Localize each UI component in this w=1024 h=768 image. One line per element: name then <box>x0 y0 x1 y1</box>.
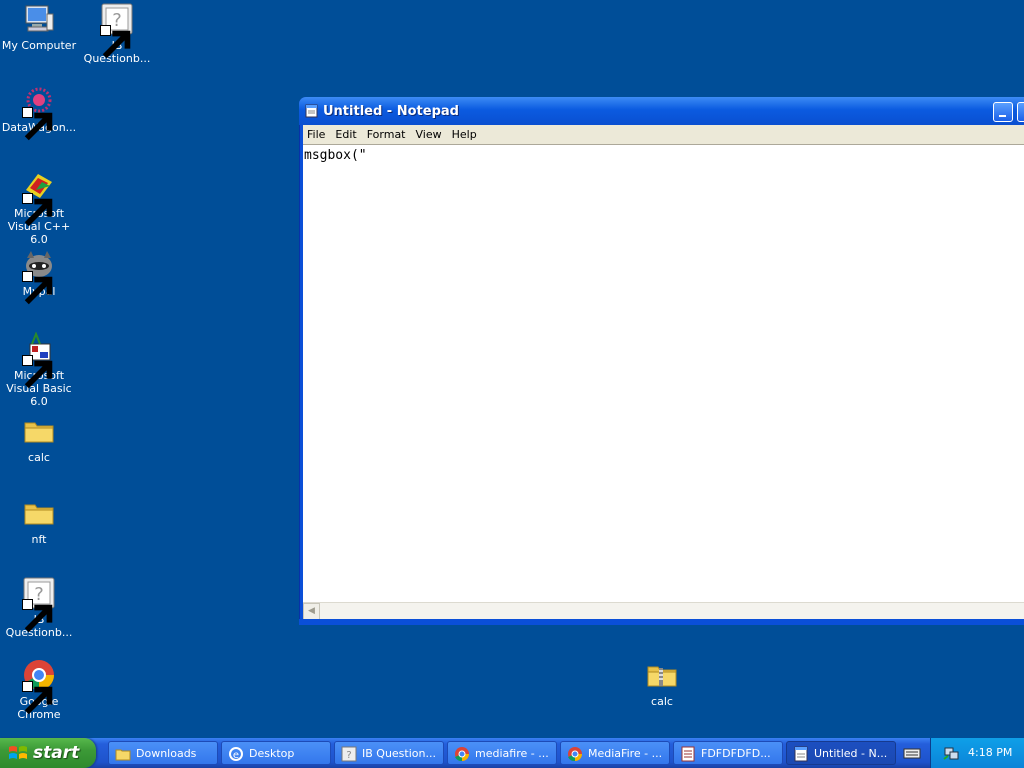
task-downloads[interactable]: Downloads <box>108 741 218 765</box>
horizontal-scrollbar[interactable]: ◀ <box>303 602 1024 620</box>
visual-cpp-icon <box>22 170 56 227</box>
desktop-icon-calc-folder[interactable]: calc <box>0 414 78 464</box>
task-desktop[interactable]: e Desktop <box>221 741 331 765</box>
shortcut-arrow-icon <box>22 107 53 141</box>
system-tray: 4:18 PM <box>930 738 1024 768</box>
mypal-raccoon-icon <box>22 248 56 305</box>
task-label: Untitled - N... <box>814 747 888 760</box>
unknown-file-icon: ? <box>341 746 357 762</box>
desktop-icon-ib-questionbank-2[interactable]: ? IB Questionb... <box>0 576 78 639</box>
task-label: Desktop <box>249 747 295 760</box>
datawagon-icon <box>22 84 56 141</box>
desktop-icon-visual-cpp[interactable]: Microsoft Visual C++ 6.0 <box>0 170 78 246</box>
minimize-icon <box>999 115 1006 117</box>
task-fdfdfdfd[interactable]: FDFDFDFD... <box>673 741 783 765</box>
my-computer-icon <box>22 2 56 36</box>
task-label: mediafire - ... <box>475 747 549 760</box>
notepad-icon <box>794 746 808 762</box>
task-label: Downloads <box>136 747 197 760</box>
chrome-icon <box>22 658 56 715</box>
task-label: FDFDFDFD... <box>701 747 771 760</box>
menu-help[interactable]: Help <box>448 125 483 141</box>
desktop-icon-visual-basic[interactable]: Microsoft Visual Basic 6.0 <box>0 332 78 408</box>
svg-text:?: ? <box>346 750 351 761</box>
task-mediafire-1[interactable]: mediafire - ... <box>447 741 557 765</box>
shortcut-arrow-icon <box>100 25 131 59</box>
minimize-button[interactable] <box>993 102 1013 122</box>
start-button[interactable]: start <box>0 738 96 768</box>
menu-edit[interactable]: Edit <box>331 125 362 141</box>
window-bottom-border <box>299 619 1024 625</box>
svg-text:e: e <box>233 750 239 761</box>
zip-folder-icon <box>645 658 679 692</box>
taskbar: start Downloads e Desktop ? IB Question.… <box>0 738 1024 768</box>
task-label: MediaFire - ... <box>588 747 663 760</box>
shortcut-arrow-icon <box>22 681 53 715</box>
notepad-window[interactable]: Untitled - Notepad File Edit Format View Hel… <box>299 97 1024 625</box>
start-label: start <box>33 743 80 763</box>
chrome-icon <box>455 747 469 762</box>
folder-icon <box>22 414 56 448</box>
ie-icon: e <box>229 747 243 761</box>
shortcut-arrow-icon <box>22 271 53 305</box>
menu-view[interactable]: View <box>412 125 448 141</box>
desktop-icon-calc-zip[interactable]: calc <box>623 658 701 708</box>
shortcut-arrow-icon <box>22 193 53 227</box>
folder-icon <box>22 496 56 530</box>
menu-bar: File Edit Format View Help <box>303 125 1024 144</box>
desktop-icon-label: nft <box>31 533 47 546</box>
network-icon[interactable] <box>943 745 959 761</box>
desktop-icon-mypal[interactable]: Mypal <box>0 248 78 305</box>
menu-file[interactable]: File <box>303 125 331 141</box>
desktop-icon-label: My Computer <box>1 39 77 52</box>
desktop-icon-google-chrome[interactable]: Google Chrome <box>0 658 78 721</box>
window-title: Untitled - Notepad <box>323 104 459 119</box>
keyboard-icon[interactable] <box>903 745 921 761</box>
text-editor[interactable]: msgbox(" <box>303 144 1024 602</box>
visual-basic-icon <box>22 332 56 389</box>
windows-flag-icon <box>9 746 27 759</box>
folder-icon <box>115 749 131 761</box>
task-ib-question[interactable]: ? IB Question... <box>334 741 444 765</box>
task-label: IB Question... <box>362 747 436 760</box>
document-icon <box>681 746 695 762</box>
maximize-button[interactable] <box>1017 102 1024 122</box>
notepad-icon <box>305 104 318 118</box>
desktop-icon-my-computer[interactable]: My Computer <box>0 2 78 52</box>
task-mediafire-2[interactable]: MediaFire - ... <box>560 741 670 765</box>
desktop-icon-datawagon[interactable]: DataWagon... <box>0 84 78 141</box>
chrome-icon <box>568 747 582 762</box>
desktop-icon-label: calc <box>28 451 50 464</box>
task-untitled-notepad[interactable]: Untitled - N... <box>786 741 896 765</box>
desktop-icon-label: calc <box>651 695 673 708</box>
shortcut-arrow-icon <box>22 599 53 633</box>
unknown-file-icon: ? <box>100 2 134 59</box>
shortcut-arrow-icon <box>22 355 53 389</box>
desktop-icon-ib-questionbank[interactable]: ? IB Questionb... <box>78 2 156 65</box>
desktop-icon-nft-folder[interactable]: nft <box>0 496 78 546</box>
scroll-left-icon[interactable]: ◀ <box>303 603 320 620</box>
window-titlebar[interactable]: Untitled - Notepad <box>299 97 1024 125</box>
unknown-file-icon: ? <box>22 576 56 633</box>
menu-format[interactable]: Format <box>363 125 412 141</box>
clock[interactable]: 4:18 PM <box>968 746 1012 759</box>
